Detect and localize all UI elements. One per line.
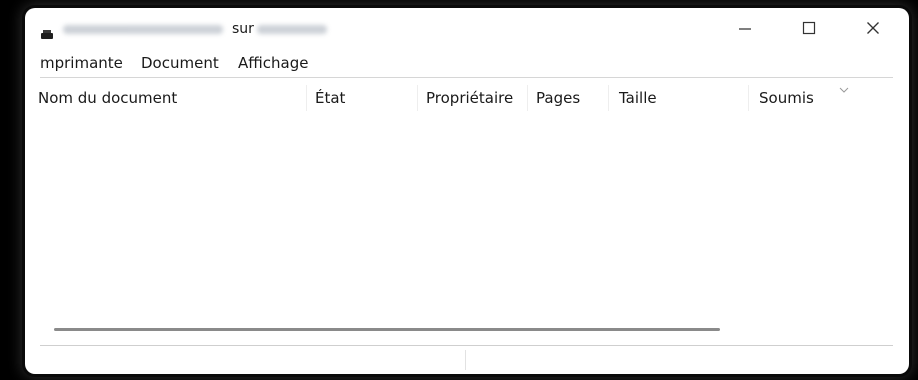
close-icon — [867, 22, 879, 34]
menu-document[interactable]: Document — [141, 54, 219, 72]
printer-icon — [41, 24, 53, 39]
minimize-button[interactable] — [717, 8, 773, 48]
maximize-icon — [802, 21, 816, 35]
status-divider — [465, 350, 466, 370]
print-queue-list[interactable] — [40, 114, 893, 338]
printer-name-redacted — [63, 25, 223, 34]
menu-separator — [40, 77, 893, 78]
minimize-icon — [739, 28, 751, 30]
horizontal-scrollbar[interactable] — [54, 328, 720, 331]
maximize-button[interactable] — [781, 8, 837, 48]
print-queue-window: sur mprimante Document Affichage Nom du … — [25, 8, 909, 374]
column-divider[interactable] — [527, 85, 528, 111]
column-header-owner[interactable]: Propriétaire — [426, 83, 513, 113]
column-header-size[interactable]: Taille — [619, 83, 657, 113]
close-button[interactable] — [845, 8, 901, 48]
column-header-document-name[interactable]: Nom du document — [38, 83, 177, 113]
server-name-redacted — [257, 25, 327, 34]
title-separator: sur — [232, 21, 254, 37]
column-divider[interactable] — [417, 85, 418, 111]
menu-bar: mprimante Document Affichage — [25, 50, 909, 78]
column-divider[interactable] — [748, 85, 749, 111]
column-header-pages[interactable]: Pages — [536, 83, 580, 113]
menu-affichage[interactable]: Affichage — [238, 54, 308, 72]
column-header-submitted[interactable]: Soumis — [759, 83, 814, 113]
column-header-status[interactable]: État — [315, 83, 345, 113]
column-headers: Nom du document État Propriétaire Pages … — [25, 83, 909, 113]
column-divider[interactable] — [608, 85, 609, 111]
title-bar[interactable]: sur — [25, 8, 909, 48]
menu-imprimante[interactable]: mprimante — [40, 54, 123, 72]
status-bar — [40, 346, 893, 374]
chevron-down-icon — [839, 78, 849, 97]
column-divider[interactable] — [306, 85, 307, 111]
